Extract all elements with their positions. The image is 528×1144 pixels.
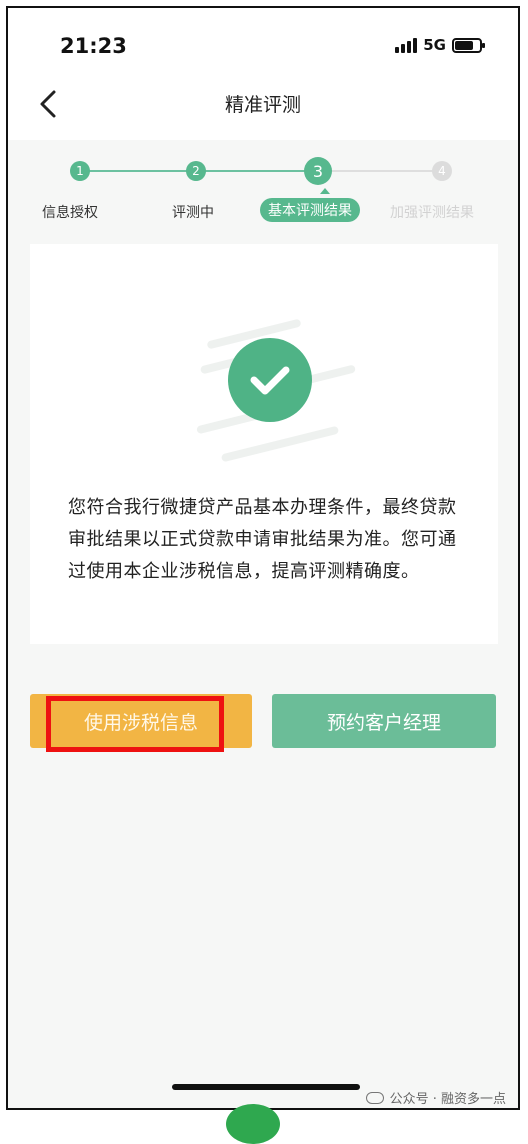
result-message: 您符合我行微捷贷产品基本办理条件，最终贷款审批结果以正式贷款申请审批结果为准。您… <box>68 497 457 582</box>
home-indicator[interactable] <box>172 1084 360 1090</box>
check-circle-icon <box>228 338 312 422</box>
status-time: 21:23 <box>60 34 127 58</box>
watermark-text: 公众号 · 融资多一点 <box>389 1092 506 1107</box>
use-tax-info-label: 使用涉税信息 <box>83 711 198 734</box>
phone-frame: 21:23 5G 精准评测 1 2 3 4 信息授权 评测中 基本评测结果 加强… <box>6 6 520 1110</box>
top-bar <box>8 8 518 140</box>
step-3-dot: 3 <box>304 157 332 185</box>
signal-icon <box>395 37 418 53</box>
stepper-line-pending <box>330 170 442 172</box>
step-1-dot: 1 <box>70 161 90 181</box>
success-illustration <box>196 314 357 463</box>
battery-icon <box>452 37 485 53</box>
network-type: 5G <box>423 36 446 54</box>
use-tax-info-button[interactable]: 使用涉税信息 <box>30 694 252 748</box>
step-3-label: 基本评测结果 <box>260 198 360 222</box>
step-2-dot: 2 <box>186 161 206 181</box>
result-card: 您符合我行微捷贷产品基本办理条件，最终贷款审批结果以正式贷款申请审批结果为准。您… <box>30 244 498 644</box>
step-2-label: 评测中 <box>172 205 214 221</box>
floating-green-badge <box>226 1104 280 1144</box>
watermark: 公众号 · 融资多一点 <box>365 1088 506 1107</box>
page-title: 精准评测 <box>224 94 301 116</box>
status-indicators: 5G <box>395 36 485 54</box>
step-4-dot: 4 <box>432 161 452 181</box>
active-step-pointer <box>320 188 330 194</box>
book-manager-label: 预约客户经理 <box>326 711 441 734</box>
book-manager-button[interactable]: 预约客户经理 <box>272 694 496 748</box>
wechat-icon <box>365 1091 384 1104</box>
step-4-label: 加强评测结果 <box>390 205 474 221</box>
step-1-label: 信息授权 <box>42 205 98 221</box>
